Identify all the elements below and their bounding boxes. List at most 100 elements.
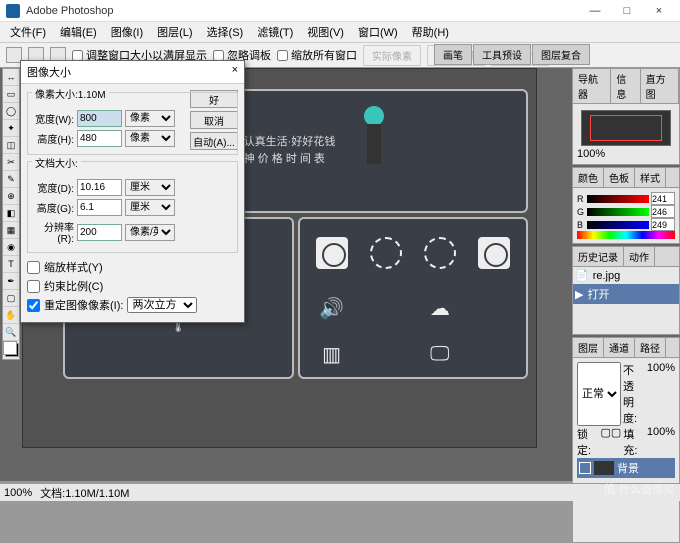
slider-r[interactable]: R (577, 192, 675, 205)
status-bar: 100% 文档:1.10M/1.10M (0, 483, 680, 501)
doc-height-unit[interactable]: 厘米 (125, 199, 175, 216)
type-tool[interactable]: T (3, 256, 19, 273)
color-swatch[interactable] (5, 343, 19, 357)
menu-view[interactable]: 视图(V) (301, 22, 350, 42)
gradient-tool[interactable]: ▦ (3, 222, 19, 239)
app-title: Adobe Photoshop (26, 5, 580, 17)
tab-swatches[interactable]: 色板 (604, 168, 635, 187)
layer-row[interactable]: 背景 (577, 458, 675, 478)
blend-mode-select[interactable]: 正常 (577, 362, 621, 426)
stamp-tool[interactable]: ⊕ (3, 188, 19, 205)
width-unit-select[interactable]: 像素 (125, 110, 175, 127)
menu-file[interactable]: 文件(F) (4, 22, 52, 42)
tab-paths[interactable]: 路径 (635, 338, 666, 357)
r-value[interactable] (651, 192, 675, 205)
resample-method-select[interactable]: 两次立方 (127, 297, 197, 313)
tab-brush[interactable]: 画笔 (434, 44, 472, 65)
height-unit-select[interactable]: 像素 (125, 130, 175, 147)
tab-histogram[interactable]: 直方图 (641, 69, 679, 103)
tab-tool-presets[interactable]: 工具预设 (473, 44, 531, 65)
brush-tool[interactable]: ✎ (3, 171, 19, 188)
doc-height-input[interactable] (77, 199, 122, 216)
minimize-button[interactable]: — (580, 1, 610, 21)
history-item[interactable]: ▶打开 (573, 284, 679, 304)
resolution-input[interactable] (77, 224, 122, 241)
tab-navigator[interactable]: 导航器 (573, 69, 611, 103)
b-value[interactable] (651, 218, 675, 231)
menu-filter[interactable]: 滤镜(T) (251, 22, 299, 42)
tab-history[interactable]: 历史记录 (573, 247, 624, 266)
dialog-close-button[interactable]: × (232, 64, 238, 80)
opacity-label: 不透明度: (623, 362, 645, 426)
height-input[interactable] (77, 130, 122, 147)
watermark: 值 什么值得买 (604, 480, 674, 497)
move-tool[interactable]: ↔ (3, 69, 19, 86)
close-button[interactable]: × (644, 1, 674, 21)
menu-window[interactable]: 窗口(W) (352, 22, 404, 42)
tab-color[interactable]: 颜色 (573, 168, 604, 187)
zoom-tool[interactable]: 🔍 (3, 324, 19, 341)
art-tagline: 认真生活·好好花钱 神 价 格 时 间 表 (244, 134, 336, 169)
wand-tool[interactable]: ✦ (3, 120, 19, 137)
status-zoom[interactable]: 100% (4, 487, 32, 499)
width-label: 宽度(W): (32, 111, 74, 126)
constrain-checkbox[interactable]: 约束比例(C) (27, 278, 238, 294)
menubar: 文件(F) 编辑(E) 图像(I) 图层(L) 选择(S) 滤镜(T) 视图(V… (0, 22, 680, 42)
tagline-1: 认真生活·好好花钱 (244, 134, 336, 152)
menu-layer[interactable]: 图层(L) (151, 22, 198, 42)
tab-styles[interactable]: 样式 (635, 168, 666, 187)
menu-image[interactable]: 图像(I) (105, 22, 149, 42)
menu-select[interactable]: 选择(S) (201, 22, 250, 42)
maximize-button[interactable]: □ (612, 1, 642, 21)
scale-all-checkbox[interactable]: 缩放所有窗口 (277, 47, 357, 63)
tagline-2: 神 价 格 时 间 表 (244, 151, 336, 169)
hand-tool[interactable]: ✋ (3, 307, 19, 324)
actual-pixels-button[interactable]: 实际像素 (363, 45, 421, 66)
dialog-titlebar[interactable]: 图像大小 × (21, 61, 244, 84)
navigator-thumbnail[interactable] (581, 110, 671, 146)
right-dock: 导航器信息直方图 100% 颜色色板样式 R G B 历史记录动作 📄re.jp… (572, 68, 680, 543)
opacity-value: 100% (647, 362, 675, 426)
document-size-group: 文档大小: 宽度(D):厘米 高度(G):厘米 分辨率(R):像素/英寸 (27, 161, 238, 253)
status-doc-size: 文档:1.10M/1.10M (40, 485, 129, 501)
slider-b[interactable]: B (577, 218, 675, 231)
visibility-icon[interactable] (579, 462, 591, 474)
doc-width-input[interactable] (77, 179, 122, 196)
history-item[interactable]: 📄re.jpg (573, 267, 679, 284)
tab-actions[interactable]: 动作 (624, 247, 655, 266)
eraser-tool[interactable]: ◧ (3, 205, 19, 222)
hardware-panel: 🔊 ☁ ▥ 🖵 (298, 217, 529, 379)
pixel-dim-legend: 像素大小:1.10M (32, 86, 109, 101)
height-label: 高度(H): (32, 131, 74, 146)
lasso-tool[interactable]: ◯ (3, 103, 19, 120)
toolbox: ↔ ▭ ◯ ✦ ◫ ✂ ✎ ⊕ ◧ ▦ ◉ T ✒ ▢ ✋ 🔍 (2, 68, 20, 360)
tab-layer-comps[interactable]: 图层复合 (532, 44, 590, 65)
resolution-unit[interactable]: 像素/英寸 (125, 224, 175, 241)
width-input[interactable] (77, 110, 122, 127)
slice-tool[interactable]: ✂ (3, 154, 19, 171)
crop-tool[interactable]: ◫ (3, 137, 19, 154)
navigator-panel: 导航器信息直方图 100% (572, 68, 680, 165)
blur-tool[interactable]: ◉ (3, 239, 19, 256)
tab-channels[interactable]: 通道 (604, 338, 635, 357)
menu-help[interactable]: 帮助(H) (406, 22, 455, 42)
hdd-icon (316, 237, 348, 269)
history-panel: 历史记录动作 📄re.jpg ▶打开 (572, 246, 680, 335)
shape-tool[interactable]: ▢ (3, 290, 19, 307)
color-ramp[interactable] (577, 231, 675, 239)
cloud-icon: ☁ (430, 296, 450, 321)
g-value[interactable] (651, 205, 675, 218)
resample-checkbox[interactable]: 重定图像像素(I):两次立方 (27, 297, 238, 313)
layers-panel: 图层通道路径 正常不透明度:100% 锁定:▢▢填充:100% 背景 (572, 337, 680, 543)
battery-icon: ▥ (322, 342, 341, 367)
pen-tool[interactable]: ✒ (3, 273, 19, 290)
fill-label: 填充: (623, 426, 645, 458)
doc-width-unit[interactable]: 厘米 (125, 179, 175, 196)
tab-info[interactable]: 信息 (611, 69, 640, 103)
menu-edit[interactable]: 编辑(E) (54, 22, 103, 42)
pixel-dimensions-group: 像素大小:1.10M 宽度(W):像素 高度(H):像素 (27, 92, 238, 155)
tab-layers[interactable]: 图层 (573, 338, 604, 357)
marquee-tool[interactable]: ▭ (3, 86, 19, 103)
scale-styles-checkbox[interactable]: 缩放样式(Y) (27, 259, 238, 275)
slider-g[interactable]: G (577, 205, 675, 218)
